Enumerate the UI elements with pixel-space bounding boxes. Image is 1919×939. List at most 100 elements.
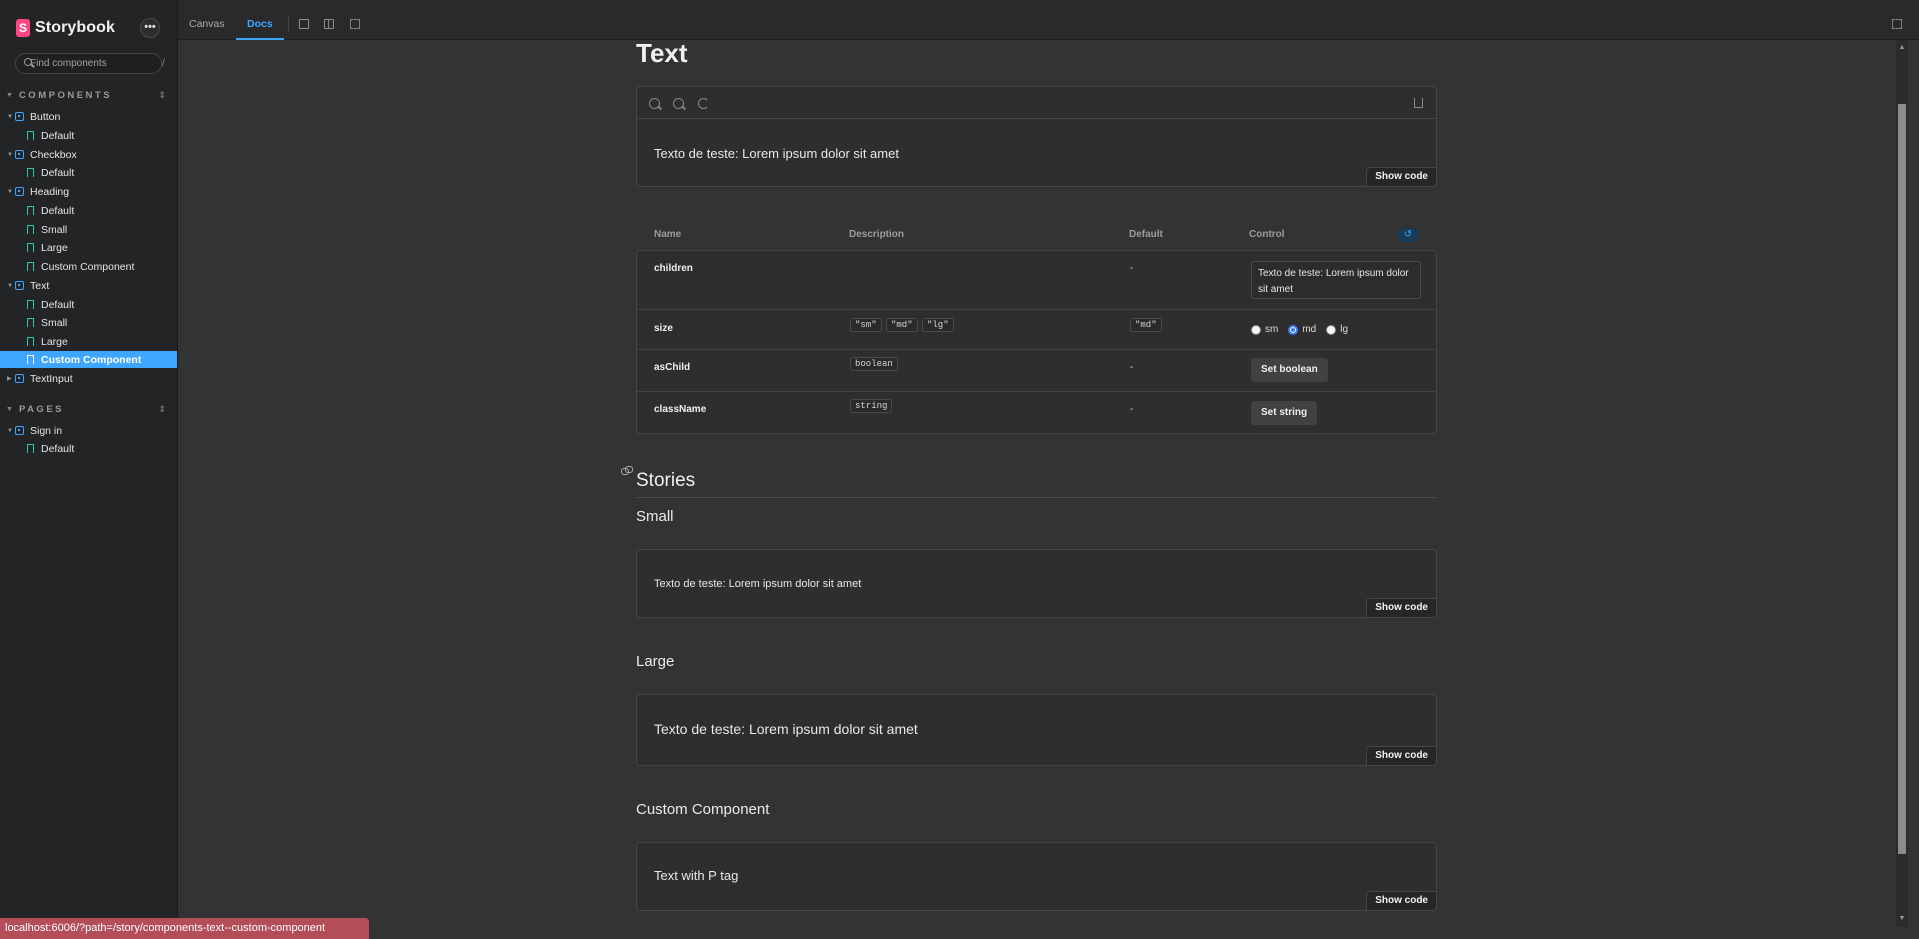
share-icon[interactable] (1414, 98, 1423, 108)
reset-zoom-icon[interactable] (698, 98, 709, 109)
arg-default: - (1130, 404, 1134, 415)
search-box[interactable]: / (15, 53, 165, 74)
more-options-button[interactable]: ••• (140, 18, 160, 38)
stories-heading: Stories (636, 470, 696, 491)
scroll-up-icon[interactable]: ▲ (1898, 44, 1906, 52)
radio-lg[interactable] (1326, 324, 1337, 335)
section-title: PAGES (18, 403, 64, 415)
tab-docs[interactable]: Docs (236, 0, 284, 40)
divider (636, 497, 1437, 498)
sidebar-item-text-custom-component[interactable]: Custom Component (0, 351, 177, 368)
set-boolean-button[interactable]: Set boolean (1251, 358, 1328, 382)
primary-preview: Texto de teste: Lorem ipsum dolor sit am… (636, 86, 1437, 187)
sidebar-item-button-default[interactable]: Default (0, 127, 177, 144)
chevron-right-icon: ▶ (7, 376, 12, 382)
chevron-down-icon: ▼ (7, 282, 13, 289)
app-name: Storybook (35, 19, 116, 36)
components-section-header[interactable]: ▼ COMPONENTS ⇕ (6, 89, 166, 101)
bookmark-icon (27, 337, 34, 346)
chevron-down-icon: ▼ (7, 151, 13, 158)
row-divider (637, 309, 1436, 310)
size-radio-group: sm md lg (1251, 324, 1358, 335)
sidebar-item-text-default[interactable]: Default (0, 296, 177, 313)
scrollbar[interactable]: ▲ ▼ (1896, 40, 1908, 927)
sidebar-item-heading-custom-component[interactable]: Custom Component (0, 258, 177, 275)
brand[interactable]: S Storybook (16, 18, 115, 38)
args-table: children - Texto de teste: Lorem ipsum d… (636, 250, 1437, 434)
story-preview-custom-component: Text with P tag Show code (636, 842, 1437, 911)
show-code-button[interactable]: Show code (1366, 891, 1436, 910)
sidebar-item-heading[interactable]: ▼ Heading (0, 183, 177, 200)
sidebar-item-sign-in[interactable]: ▼ Sign in (0, 422, 177, 439)
header-control: Control (1249, 229, 1285, 240)
scroll-thumb[interactable] (1898, 104, 1906, 854)
toolbar-divider (288, 16, 289, 32)
sidebar-item-heading-large[interactable]: Large (0, 239, 177, 256)
header-description: Description (849, 229, 905, 240)
arg-default: - (1130, 362, 1134, 373)
collapse-all-icon[interactable]: ⇕ (158, 404, 166, 415)
preview-toolbar (637, 87, 1436, 119)
show-code-button[interactable]: Show code (1366, 746, 1436, 765)
scroll-down-icon[interactable]: ▼ (1898, 915, 1906, 923)
search-input[interactable] (30, 58, 162, 69)
sidebar-item-heading-small[interactable]: Small (0, 221, 177, 238)
sidebar-item-heading-default[interactable]: Default (0, 202, 177, 219)
sidebar-item-text-large[interactable]: Large (0, 333, 177, 350)
type-chip: "lg" (922, 318, 954, 332)
sidebar-item-label: Custom Component (41, 353, 142, 366)
tab-canvas[interactable]: Canvas (189, 0, 225, 40)
fullscreen-icon[interactable] (1892, 19, 1902, 29)
sidebar-item-label: Button (30, 110, 61, 123)
collapse-all-icon[interactable]: ⇕ (158, 90, 166, 101)
arg-name: className (654, 404, 707, 415)
sidebar-item-button[interactable]: ▼ Button (0, 108, 177, 125)
header-default: Default (1129, 229, 1163, 240)
sidebar-item-sign-in-default[interactable]: Default (0, 440, 177, 457)
component-icon (15, 374, 24, 383)
sidebar-item-label: Heading (30, 185, 70, 198)
show-code-button[interactable]: Show code (1366, 167, 1436, 186)
preview-text: Text with P tag (654, 868, 739, 883)
sidebar-item-label: Sign in (30, 424, 63, 437)
component-icon (15, 112, 24, 121)
sidebar-item-checkbox-default[interactable]: Default (0, 164, 177, 181)
radio-label: lg (1340, 324, 1349, 335)
bookmark-icon (27, 225, 34, 234)
bookmark-icon (27, 206, 34, 215)
component-icon (15, 281, 24, 290)
sidebar-item-label: Default (41, 129, 75, 142)
sidebar-item-text-small[interactable]: Small (0, 314, 177, 331)
zoom-out-icon[interactable] (673, 98, 684, 109)
sidebar-item-label: Text (30, 279, 50, 292)
component-icon (15, 426, 24, 435)
chevron-down-icon: ▼ (7, 427, 13, 434)
outline-icon[interactable] (350, 19, 360, 29)
sidebar-item-label: Large (41, 241, 68, 254)
show-code-button[interactable]: Show code (1366, 598, 1436, 617)
radio-md[interactable] (1288, 324, 1299, 335)
arg-name: children (654, 263, 693, 274)
type-chip: "sm" (850, 318, 882, 332)
sidebar-item-label: Default (41, 298, 75, 311)
sidebar-item-label: Checkbox (30, 148, 77, 161)
arg-name: asChild (654, 362, 691, 373)
sidebar-item-checkbox[interactable]: ▼ Checkbox (0, 146, 177, 163)
sidebar-item-textinput[interactable]: ▶ TextInput (0, 370, 177, 387)
radio-sm[interactable] (1251, 324, 1261, 335)
story-title-small: Small (636, 508, 674, 525)
image-icon[interactable] (299, 19, 309, 29)
pages-section-header[interactable]: ▼ PAGES ⇕ (6, 403, 166, 415)
bookmark-icon (27, 168, 34, 177)
sidebar-item-label: Small (41, 223, 68, 236)
sidebar-item-text[interactable]: ▼ Text (0, 277, 177, 294)
type-chip: "md" (886, 318, 918, 332)
bookmark-icon (27, 262, 34, 271)
zoom-in-icon[interactable] (649, 98, 660, 109)
reset-controls-icon[interactable]: ↺ (1397, 228, 1419, 242)
set-string-button[interactable]: Set string (1251, 401, 1318, 425)
link-icon[interactable] (621, 466, 633, 476)
grid-icon[interactable] (324, 19, 334, 29)
preview-text: Texto de teste: Lorem ipsum dolor sit am… (654, 578, 862, 590)
children-control-textarea[interactable]: Texto de teste: Lorem ipsum dolor sit am… (1251, 261, 1421, 299)
